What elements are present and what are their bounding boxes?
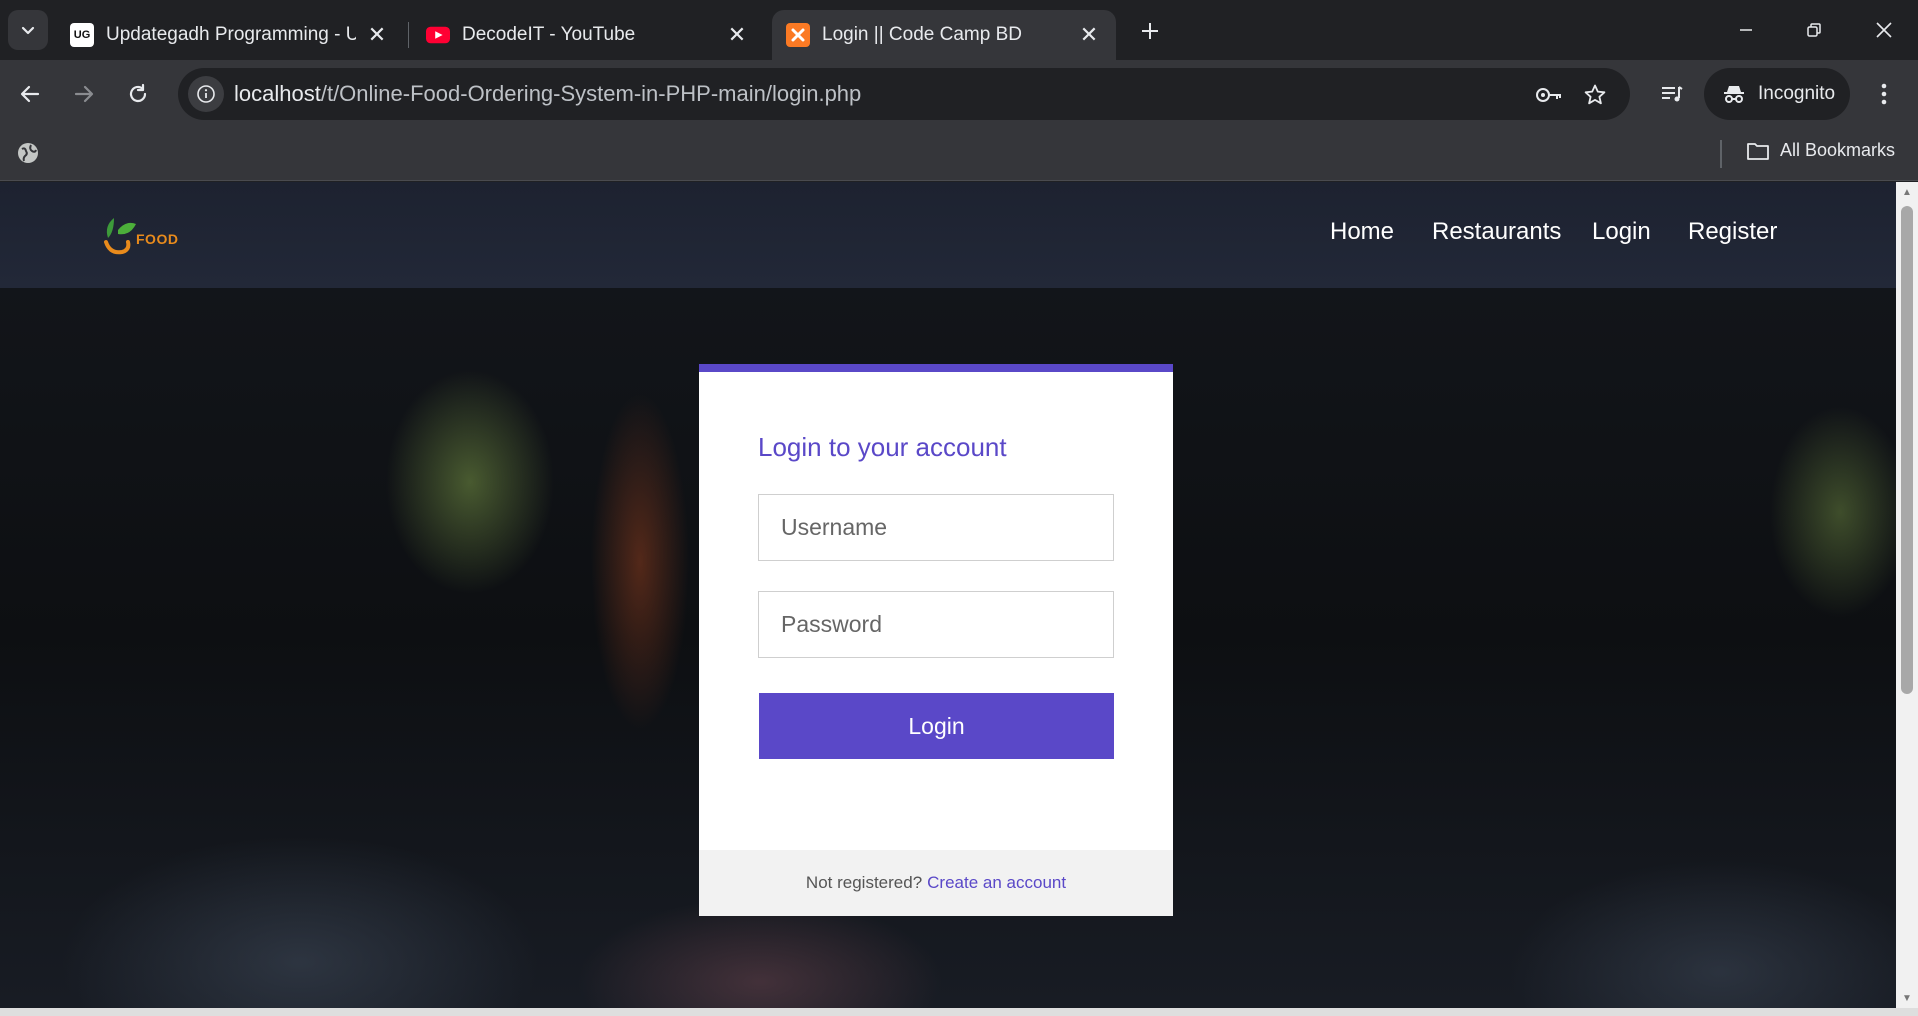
url-host: localhost bbox=[234, 81, 321, 106]
browser-toolbar: localhost/t/Online-Food-Ordering-System-… bbox=[0, 60, 1918, 128]
back-button[interactable] bbox=[10, 74, 50, 114]
password-key-icon[interactable] bbox=[1534, 80, 1564, 110]
bookmark-star-icon[interactable] bbox=[1580, 80, 1610, 110]
minimize-button[interactable] bbox=[1722, 10, 1770, 50]
address-bar[interactable]: localhost/t/Online-Food-Ordering-System-… bbox=[178, 68, 1630, 120]
window-bottom-edge bbox=[0, 1008, 1918, 1016]
scroll-up-icon[interactable]: ▲ bbox=[1901, 186, 1913, 198]
tab-decodeit[interactable]: DecodeIT - YouTube ✕ bbox=[412, 10, 764, 60]
incognito-label: Incognito bbox=[1758, 83, 1836, 104]
tab-separator bbox=[408, 22, 409, 48]
incognito-icon bbox=[1724, 86, 1744, 103]
all-bookmarks-label: All Bookmarks bbox=[1780, 140, 1896, 160]
not-registered-text: Not registered? bbox=[805, 873, 923, 892]
url-path: /t/Online-Food-Ordering-System-in-PHP-ma… bbox=[320, 81, 862, 106]
login-card: Login to your account Login Not register… bbox=[699, 364, 1173, 916]
plus-icon bbox=[1142, 23, 1158, 39]
tab-title: Updategadh Programming - Up bbox=[106, 24, 356, 45]
restore-button[interactable] bbox=[1790, 10, 1838, 50]
login-button[interactable]: Login bbox=[759, 693, 1114, 759]
reload-button[interactable] bbox=[118, 74, 158, 114]
minimize-icon bbox=[1740, 29, 1752, 31]
tab-updategadh[interactable]: UG Updategadh Programming - Up ✕ bbox=[56, 10, 404, 60]
nav-home[interactable]: Home bbox=[1330, 218, 1394, 246]
username-input[interactable] bbox=[758, 494, 1114, 561]
scrollbar-thumb[interactable] bbox=[1901, 206, 1913, 694]
updategadh-favicon-icon: UG bbox=[70, 23, 94, 47]
nav-restaurants[interactable]: Restaurants bbox=[1432, 218, 1561, 246]
chevron-down-icon bbox=[21, 26, 35, 35]
tab-strip: UG Updategadh Programming - Up ✕ DecodeI… bbox=[0, 0, 1918, 60]
password-input[interactable] bbox=[758, 591, 1114, 658]
folder-icon bbox=[1747, 142, 1769, 160]
new-tab-button[interactable] bbox=[1133, 14, 1167, 48]
browser-menu-button[interactable] bbox=[1864, 74, 1904, 114]
arrow-right-icon bbox=[74, 85, 94, 103]
close-tab-icon[interactable]: ✕ bbox=[366, 22, 388, 47]
all-bookmarks-button[interactable]: All Bookmarks bbox=[1746, 140, 1895, 161]
page-scrollbar[interactable]: ▲ ▼ bbox=[1896, 182, 1918, 1008]
reload-icon bbox=[129, 83, 147, 103]
tab-login-active[interactable]: Login || Code Camp BD ✕ bbox=[772, 10, 1116, 60]
more-vert-icon bbox=[1881, 83, 1887, 105]
page-viewport: FOOD Home Restaurants Login Register Log… bbox=[0, 182, 1896, 1008]
close-icon bbox=[1876, 22, 1892, 38]
incognito-button[interactable]: Incognito bbox=[1704, 68, 1850, 120]
arrow-left-icon bbox=[20, 85, 40, 103]
site-info-icon[interactable] bbox=[188, 76, 224, 112]
bookmarks-bar: All Bookmarks bbox=[0, 128, 1918, 181]
site-header: FOOD Home Restaurants Login Register bbox=[0, 182, 1896, 288]
close-tab-icon[interactable]: ✕ bbox=[1078, 22, 1100, 47]
close-tab-icon[interactable]: ✕ bbox=[726, 22, 748, 47]
close-window-button[interactable] bbox=[1860, 10, 1908, 50]
login-title: Login to your account bbox=[758, 432, 1007, 462]
url-text[interactable]: localhost/t/Online-Food-Ordering-System-… bbox=[234, 81, 861, 107]
logo-text: FOOD bbox=[136, 231, 179, 247]
create-account-link[interactable]: Create an account bbox=[927, 873, 1066, 893]
nav-login[interactable]: Login bbox=[1592, 218, 1651, 246]
tab-title: DecodeIT - YouTube bbox=[462, 24, 636, 45]
card-footer: Not registered? Create an account bbox=[699, 850, 1173, 916]
media-controls-button[interactable] bbox=[1652, 74, 1692, 114]
tab-title: Login || Code Camp BD bbox=[822, 24, 1022, 45]
globe-icon[interactable] bbox=[16, 141, 40, 170]
forward-button[interactable] bbox=[64, 74, 104, 114]
youtube-icon bbox=[426, 23, 450, 47]
nav-register[interactable]: Register bbox=[1688, 218, 1777, 246]
xampp-icon bbox=[786, 23, 810, 47]
bookmarks-separator bbox=[1720, 140, 1722, 168]
tab-search-button[interactable] bbox=[8, 10, 48, 50]
restore-icon bbox=[1807, 23, 1821, 37]
scroll-down-icon[interactable]: ▼ bbox=[1901, 992, 1913, 1004]
playlist-icon bbox=[1662, 86, 1683, 102]
